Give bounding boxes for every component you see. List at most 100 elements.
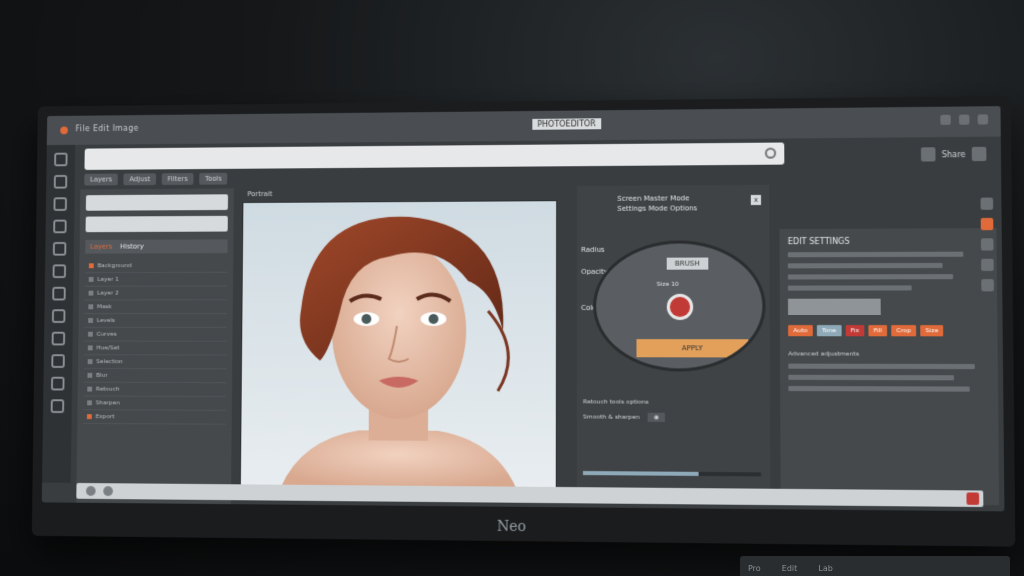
layer-icon bbox=[87, 359, 93, 365]
adjust-icon[interactable] bbox=[980, 238, 994, 251]
toggle-button[interactable]: ◉ bbox=[647, 412, 666, 422]
settings-title: EDIT SETTINGS bbox=[787, 236, 850, 247]
user-icon[interactable] bbox=[920, 147, 936, 162]
strip-label: Edit bbox=[781, 564, 798, 573]
brush-preview[interactable]: BRUSH Size 10 APPLY bbox=[593, 240, 766, 372]
list-item[interactable]: Export bbox=[83, 410, 226, 425]
image-canvas[interactable] bbox=[239, 200, 558, 492]
menu-bar[interactable]: File Edit Image bbox=[75, 124, 139, 133]
list-item[interactable]: Layer 1 bbox=[84, 272, 228, 287]
info-icon[interactable] bbox=[981, 279, 994, 292]
list-item[interactable]: Mask bbox=[84, 300, 228, 315]
list-item[interactable]: Selection bbox=[83, 355, 227, 370]
apply-button[interactable]: APPLY bbox=[636, 339, 749, 358]
tab-adjust[interactable]: Adjust bbox=[123, 173, 157, 186]
eraser-tool-icon[interactable] bbox=[52, 241, 67, 256]
action-button[interactable]: Fill bbox=[868, 325, 888, 337]
list-item[interactable]: Curves bbox=[84, 327, 227, 342]
settings-icon[interactable] bbox=[971, 146, 987, 162]
layers-panel: Layers History Background Layer 1 Layer … bbox=[76, 188, 234, 505]
text-line bbox=[788, 363, 975, 370]
section-heading: Advanced adjustments bbox=[788, 350, 860, 358]
zoom-out-icon[interactable] bbox=[85, 486, 96, 496]
text-line bbox=[788, 374, 954, 381]
action-button[interactable]: Fix bbox=[845, 325, 865, 337]
right-toolbar bbox=[978, 197, 996, 292]
app-window: File Edit Image PHOTOEDITOR Layers Adjus… bbox=[41, 106, 1005, 512]
action-buttons: Auto Tone Fix Fill Crop Size bbox=[788, 325, 989, 337]
brush-pin-icon[interactable] bbox=[666, 293, 694, 320]
clone-tool-icon[interactable] bbox=[52, 264, 67, 279]
text-line bbox=[787, 274, 954, 280]
minimize-icon[interactable] bbox=[940, 114, 951, 125]
crop-tool-icon[interactable] bbox=[53, 197, 67, 211]
dialog-close-button[interactable]: x bbox=[750, 194, 762, 206]
layer-icon bbox=[88, 290, 94, 296]
maximize-icon[interactable] bbox=[958, 114, 970, 125]
address-bar[interactable] bbox=[84, 142, 785, 170]
share-button[interactable]: Share bbox=[942, 150, 966, 159]
title-bar: File Edit Image PHOTOEDITOR bbox=[46, 106, 1001, 146]
shape-tool-icon[interactable] bbox=[51, 331, 66, 346]
heal-tool-icon[interactable] bbox=[52, 286, 66, 301]
hand-tool-icon[interactable] bbox=[50, 376, 65, 391]
layer-icon bbox=[88, 304, 94, 310]
portrait-image bbox=[279, 216, 518, 492]
eyedropper-tool-icon[interactable] bbox=[50, 399, 65, 414]
dialog-options-row: Smooth & sharpen ◉ bbox=[583, 412, 666, 422]
list-item[interactable]: Retouch bbox=[83, 382, 227, 397]
radius-label: Radius bbox=[581, 245, 605, 254]
top-right-actions: Share bbox=[920, 146, 987, 162]
layer-icon bbox=[88, 263, 94, 269]
action-button[interactable]: Size bbox=[920, 325, 944, 337]
list-item[interactable]: Background bbox=[85, 259, 228, 274]
list-item[interactable]: Hue/Sat bbox=[83, 341, 227, 356]
list-item[interactable]: Levels bbox=[84, 314, 227, 328]
value-field[interactable] bbox=[787, 298, 881, 315]
layer-icon bbox=[86, 414, 92, 420]
reload-icon[interactable] bbox=[764, 147, 777, 159]
tab-layers[interactable]: Layers bbox=[84, 173, 118, 186]
select-tool-icon[interactable] bbox=[53, 174, 68, 189]
layer-icon bbox=[88, 318, 94, 323]
search-input[interactable] bbox=[85, 194, 229, 211]
list-item[interactable]: Layer 2 bbox=[84, 286, 228, 301]
action-button[interactable]: Tone bbox=[816, 325, 842, 337]
action-button[interactable]: Auto bbox=[788, 325, 813, 337]
history-icon[interactable] bbox=[981, 258, 994, 271]
action-button[interactable]: Crop bbox=[891, 325, 917, 337]
panel-heading-layers[interactable]: Layers bbox=[90, 243, 112, 251]
move-tool-icon[interactable] bbox=[54, 152, 68, 167]
layer-icon bbox=[87, 372, 93, 378]
brush-tool-icon[interactable] bbox=[53, 219, 67, 234]
brush-size-label: Size 10 bbox=[656, 280, 679, 288]
strip-label: Pro bbox=[748, 564, 761, 573]
tab-strip: Layers Adjust Filters Tools bbox=[84, 172, 228, 186]
panel-icon[interactable] bbox=[980, 197, 994, 210]
text-line bbox=[787, 285, 912, 291]
progress-fill bbox=[582, 471, 699, 476]
list-item[interactable]: Blur bbox=[83, 368, 227, 384]
zoom-tool-icon[interactable] bbox=[51, 354, 65, 368]
layers-icon[interactable] bbox=[980, 217, 994, 231]
list-item[interactable]: Sharpen bbox=[83, 396, 227, 411]
monitor-brand: Neo bbox=[496, 518, 527, 536]
layer-icon bbox=[87, 400, 92, 406]
zoom-in-icon[interactable] bbox=[103, 486, 113, 497]
panel-heading-history[interactable]: History bbox=[120, 243, 144, 251]
layer-icon bbox=[87, 386, 93, 392]
keyboard-strip: Pro Edit Lab bbox=[740, 556, 1010, 576]
window-title: PHOTOEDITOR bbox=[532, 118, 601, 130]
options-text: Retouch tools options bbox=[583, 398, 649, 406]
settings-panel: EDIT SETTINGS Auto Tone Fix Fill Crop Size Ad… bbox=[779, 228, 1000, 506]
tab-filters[interactable]: Filters bbox=[161, 173, 194, 185]
tab-tools[interactable]: Tools bbox=[199, 172, 228, 185]
filter-input[interactable] bbox=[85, 215, 228, 233]
record-icon[interactable] bbox=[966, 492, 980, 505]
text-line bbox=[787, 262, 943, 269]
strip-label: Lab bbox=[818, 564, 833, 573]
window-controls bbox=[940, 114, 989, 125]
text-tool-icon[interactable] bbox=[51, 309, 66, 323]
close-icon[interactable] bbox=[977, 114, 989, 125]
layer-list: Background Layer 1 Layer 2 Mask Levels C… bbox=[83, 259, 228, 425]
